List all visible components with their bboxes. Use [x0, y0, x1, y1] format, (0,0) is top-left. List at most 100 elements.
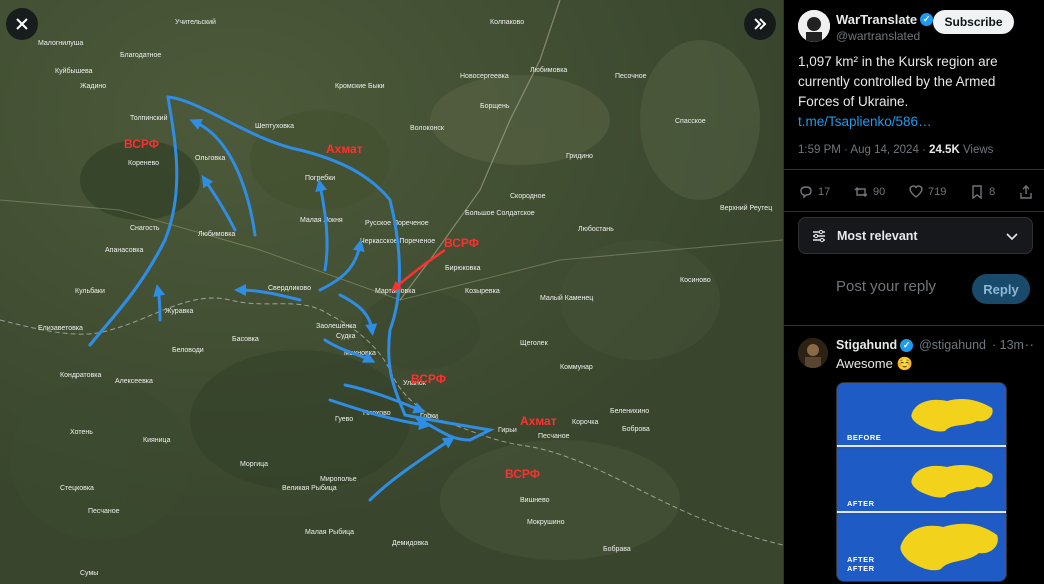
place-label: Щеголек	[520, 340, 549, 347]
place-label: Мирополье	[320, 476, 357, 483]
place-label: Любимовка	[198, 230, 235, 238]
place-label: Песчаное	[538, 433, 570, 440]
force-label: Ахмат	[520, 414, 557, 428]
place-label: Стецковка	[60, 485, 94, 492]
author-handle[interactable]: @wartranslated	[836, 29, 920, 43]
place-label: Колпаково	[490, 19, 524, 26]
force-label: ВСРФ	[444, 236, 479, 250]
place-label: Любостань	[578, 225, 614, 233]
place-label: Малая Рыбица	[305, 528, 354, 536]
double-chevron-right-icon	[754, 18, 767, 30]
bookmark-icon	[972, 185, 982, 200]
close-icon	[16, 18, 28, 30]
place-label: Кияница	[143, 437, 171, 444]
place-label: Вишнево	[520, 497, 550, 504]
place-label: Волоконск	[410, 125, 445, 132]
chevron-down-icon	[1006, 232, 1018, 240]
share-icon	[1020, 185, 1032, 199]
like-action[interactable]: 719	[908, 184, 946, 200]
place-label: Кульбаки	[75, 287, 105, 295]
place-label: Жадино	[80, 83, 106, 90]
place-label: Большое Солдатское	[465, 210, 535, 217]
place-label: Журавка	[165, 308, 194, 315]
bookmark-action[interactable]: 8	[969, 184, 995, 200]
place-label: Кондратовка	[60, 372, 102, 379]
force-label: ВСРФ	[505, 467, 540, 481]
place-label: Гридино	[566, 153, 593, 160]
reply-sort-dropdown[interactable]: Most relevant	[798, 217, 1033, 254]
place-label: Мокрушино	[527, 519, 565, 526]
post-meta: 1:59 PM · Aug 14, 2024 · 24.5K Views	[798, 144, 994, 156]
place-label: Коренево	[128, 160, 159, 167]
map-image: Малогнилуша Куйбышева Жадино Благодатное Учи…	[0, 0, 783, 584]
place-label: Алексеевка	[115, 378, 153, 385]
place-label: Беленихино	[610, 408, 649, 415]
verified-icon: ✓	[900, 338, 914, 352]
place-label: Малогнилуша	[38, 40, 83, 47]
place-label: Великая Рыбица	[282, 484, 337, 492]
place-label: Боброва	[622, 425, 650, 433]
place-label: Учительский	[175, 18, 216, 26]
post-link[interactable]: t.me/Tsaplienko/586…	[798, 114, 932, 129]
reply-action[interactable]: 17	[798, 184, 830, 200]
place-label: Малая Локня	[300, 217, 343, 224]
image-panel: BEFORE	[837, 383, 1006, 447]
image-panel: AFTER	[837, 449, 1006, 513]
place-label: Елизаветовка	[38, 325, 83, 332]
place-label: Шептуховка	[255, 123, 294, 130]
place-label: Скородное	[510, 193, 546, 200]
avatar[interactable]	[798, 10, 830, 42]
place-label: Куйбышева	[55, 67, 93, 75]
place-label: Свердликово	[268, 285, 311, 292]
reply-icon	[800, 186, 812, 199]
place-label: Мартыновка	[375, 288, 415, 295]
reply-image[interactable]: BEFORE AFTER AFTER AFTER	[836, 382, 1007, 582]
author-name[interactable]: WarTranslate ✓	[836, 12, 934, 27]
post-text: 1,097 km² in the Kursk region are curren…	[798, 54, 998, 129]
share-action[interactable]	[1018, 184, 1034, 200]
place-label: Песочное	[615, 73, 647, 80]
place-label: Косиново	[680, 277, 711, 284]
close-button[interactable]	[6, 8, 38, 40]
place-label: Толпинский	[130, 114, 168, 122]
place-label: Корочка	[572, 419, 598, 426]
post-panel: WarTranslate ✓ @wartranslated Subscribe …	[783, 0, 1044, 584]
divider	[784, 211, 1044, 212]
place-label: Погребки	[305, 174, 335, 182]
place-label: Ольговка	[195, 155, 225, 162]
place-label: Любимовка	[530, 66, 567, 74]
repost-action[interactable]: 90	[853, 184, 885, 200]
place-label: Бирюковка	[445, 265, 481, 272]
reply-author[interactable]: Stigahund ✓ @stigahund · 13m	[836, 338, 1024, 352]
place-label: Борщень	[480, 103, 510, 110]
image-panel: AFTER AFTER	[837, 515, 1006, 581]
place-label: Моргица	[240, 461, 268, 468]
author-row: WarTranslate ✓ @wartranslated Subscribe	[798, 10, 1034, 50]
reply-avatar[interactable]	[798, 338, 828, 368]
place-label: Верхний Реутец	[720, 204, 772, 212]
place-label: Кромские Быки	[335, 83, 385, 90]
reply-composer: Post your reply Reply	[798, 270, 1034, 308]
place-label: Новосергеевка	[460, 73, 509, 80]
place-label: Гирьи	[498, 427, 517, 434]
reply-input[interactable]: Post your reply	[836, 278, 936, 295]
force-label: Ахмат	[326, 142, 363, 156]
place-label: Песчаное	[88, 508, 120, 515]
place-label: Коммунар	[560, 364, 593, 371]
reply-button[interactable]: Reply	[972, 274, 1030, 304]
divider	[784, 325, 1044, 326]
subscribe-button[interactable]: Subscribe	[933, 10, 1014, 34]
sliders-icon	[813, 229, 825, 242]
media-viewer: Малогнилуша Куйбышева Жадино Благодатное Учи…	[0, 0, 783, 584]
place-label: Хотень	[70, 429, 93, 436]
place-label: Бобрава	[603, 545, 631, 553]
divider	[784, 169, 1044, 170]
post-actions: 17 90 719 8	[798, 180, 1034, 204]
expand-panel-button[interactable]	[744, 8, 776, 40]
place-label: Малый Каменец	[540, 294, 593, 302]
force-label: ВСРФ	[411, 372, 446, 386]
more-icon[interactable]: ···	[1020, 336, 1034, 352]
place-label: Судка	[336, 333, 356, 340]
place-label: Спасское	[675, 118, 706, 125]
place-label: Благодатное	[120, 52, 161, 59]
